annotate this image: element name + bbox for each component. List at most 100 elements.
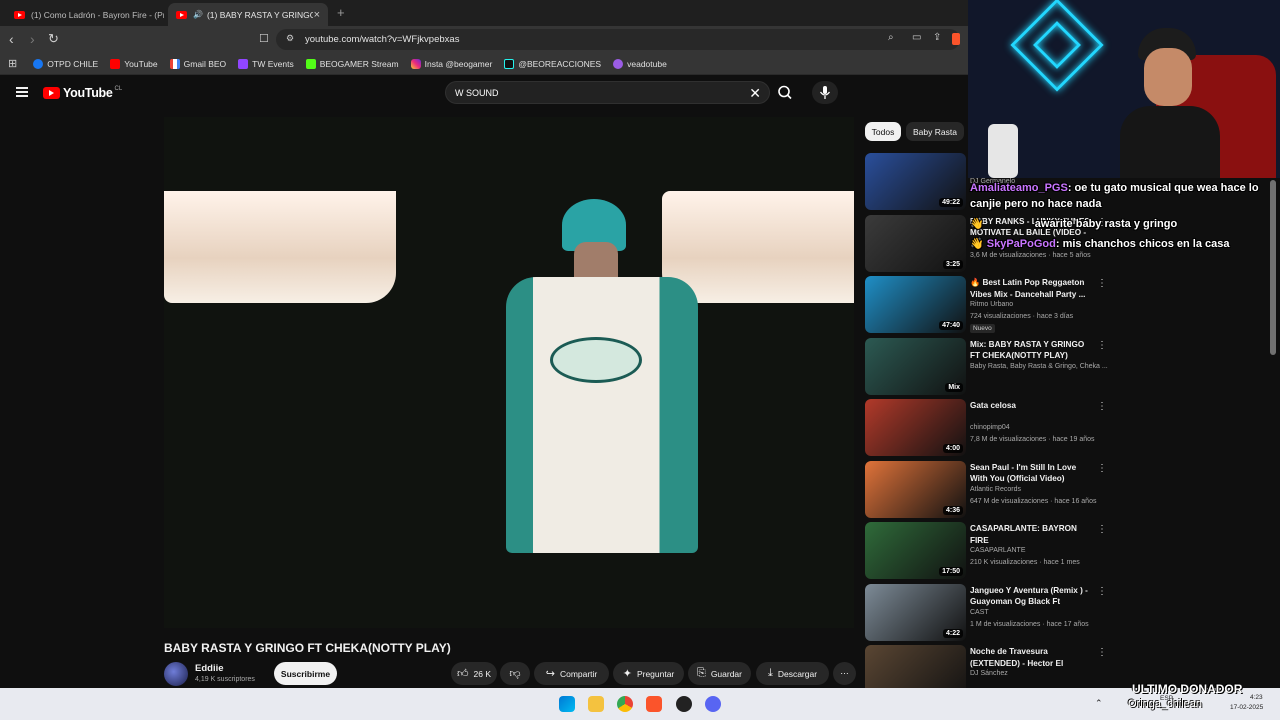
recommendation-item[interactable]: 47:40 🔥 Best Latin Pop Reggaeton Vibes Mi… [865,276,1107,334]
new-tab-button[interactable]: + [337,5,345,20]
clear-search-icon[interactable]: ✕ [749,85,761,102]
bookmark-item[interactable]: Insta @beogamer [410,58,492,69]
recommendation-title[interactable]: Gata celosa [970,400,1094,412]
duration-badge: 17:50 [939,567,963,576]
recommendation-channel[interactable]: CAST [970,609,989,616]
share-button[interactable]: ↪ Compartir [534,662,609,685]
bookmark-item[interactable]: YouTube [110,58,158,69]
chat-user: SkyPaPoGod [986,238,1056,250]
brave-icon[interactable] [646,696,662,712]
scrollbar[interactable] [1270,180,1276,355]
video-thumbnail[interactable]: 3:25 [865,214,966,272]
address-bar[interactable]: ⚙ youtube.com/watch?v=WFjkvpebxas ⌕ ▭ ⇪ [276,29,960,50]
bookmark-save-icon: ⎘ [697,667,706,679]
channel-avatar[interactable] [164,662,188,686]
back-icon[interactable]: ‹ [9,32,14,46]
like-button[interactable]: 👍︎ 26 K [451,662,497,685]
more-options-icon[interactable]: ⋮ [1097,340,1107,351]
recommendation-channel[interactable]: Atlantic Records [970,486,1021,493]
download-button[interactable]: ⤓ Descargar [756,662,829,685]
recommendation-channel[interactable]: chinopimp04 [970,424,1010,431]
bookmark-item[interactable]: OTPD CHILE [33,58,98,69]
more-options-icon[interactable]: ⋮ [1097,647,1107,658]
zoom-icon[interactable]: ⌕ [888,32,894,43]
more-options-icon[interactable]: ⋮ [1097,401,1107,412]
ask-button[interactable]: ✦ Preguntar [613,662,684,685]
clock-time[interactable]: 4:23 [1250,694,1263,701]
menu-icon[interactable] [16,87,28,97]
save-button[interactable]: ⎘ Guardar [688,662,751,685]
recommendation-item[interactable]: 4:00 Gata celosa chinopimp04 7,8 M de visua… [865,399,1107,457]
recommendation-title[interactable]: Mix: BABY RASTA Y GRINGO FT CHEKA(NOTTY … [970,339,1094,362]
video-thumbnail[interactable]: 17:50 [865,522,966,579]
bookmark-item[interactable]: veadotube [613,58,667,69]
obs-icon[interactable] [676,696,692,712]
more-options-icon[interactable]: ⋮ [1097,586,1107,597]
site-info-icon[interactable]: ⚙ [286,33,294,44]
video-player[interactable] [164,117,854,628]
discord-icon[interactable] [705,696,721,712]
recommendation-title[interactable]: 🔥 Best Latin Pop Reggaeton Vibes Mix - D… [970,277,1094,300]
share-icon[interactable]: ⇪ [933,32,941,43]
recommendation-title[interactable]: Jangueo Y Aventura (Remix ) - Guayoman O… [970,585,1094,608]
reload-icon[interactable]: ↻ [48,32,59,46]
tray-chevron-icon[interactable]: ⌃ [1095,698,1103,709]
veadotube-icon [613,58,624,69]
dislike-button[interactable]: 👎︎ [500,662,530,685]
more-actions-button[interactable]: ⋯ [833,662,856,685]
channel-name[interactable]: Eddiie [195,663,224,674]
voice-search-button[interactable] [812,81,838,104]
bookmark-item[interactable]: TW Events [238,58,294,69]
apps-grid-icon[interactable]: ⊞ [8,57,17,70]
recommendation-channel[interactable]: CASAPARLANTE [970,547,1026,554]
more-options-icon[interactable]: ⋮ [1097,278,1107,289]
more-options-icon[interactable]: ⋮ [1097,524,1107,535]
video-thumbnail[interactable]: Mix [865,337,966,395]
bookmark-item[interactable]: Gmail BEO [169,58,226,69]
bookmark-icon[interactable]: ☐ [259,32,269,46]
subscribe-button[interactable]: Suscribirme [274,662,337,685]
more-options-icon[interactable]: ⋮ [1097,463,1107,474]
clock-date[interactable]: 17-02-2025 [1230,704,1263,711]
youtube-wordmark: YouTube [63,86,113,100]
browser-tab[interactable]: (1) Como Ladrón - Bayron Fire - (Prc [6,3,164,26]
recommendation-item[interactable]: 17:50 CASAPARLANTE: BAYRON FIRE CASAPARLAN… [865,522,1107,580]
video-thumbnail[interactable]: 4:00 [865,399,966,456]
like-count: 26 K [473,668,492,679]
chip-baby-rasta[interactable]: Baby Rasta [906,122,964,141]
file-explorer-icon[interactable] [588,696,604,712]
search-input[interactable]: W SOUND ✕ [445,81,770,104]
dancer-body [506,277,698,553]
youtube-logo[interactable]: YouTube CL [43,86,122,100]
chip-all[interactable]: Todos [865,122,901,141]
recommendation-channel[interactable]: Baby Rasta, Baby Rasta & Gringo, Cheka .… [970,363,1108,370]
video-thumbnail[interactable]: 47:40 [865,276,966,333]
recommendation-item[interactable]: Mix Mix: BABY RASTA Y GRINGO FT CHEKA(NOT… [865,337,1108,396]
duration-badge: 47:40 [939,321,963,330]
windows-start-icon[interactable] [559,696,575,712]
recommendation-channel[interactable]: Ritmo Urbano [970,301,1013,308]
search-button[interactable] [772,81,798,104]
bookmark-item[interactable]: @BEOREACCIONES [504,58,602,69]
cast-icon[interactable]: ▭ [912,32,921,43]
streamer-webcam [968,0,1280,178]
recommendation-item[interactable]: 4:22 Jangueo Y Aventura (Remix ) - Guayom… [865,583,1107,642]
forward-icon[interactable]: › [30,32,35,46]
browser-tab-active[interactable]: 🔊 (1) BABY RASTA Y GRINGO FT × [168,3,328,26]
recommendation-title[interactable]: Noche de Travesura (EXTENDED) - Hector E… [970,646,1094,669]
video-thumbnail[interactable]: 4:22 [865,583,966,641]
browser-toolbar: ‹ › ↻ ☐ ⚙ youtube.com/watch?v=WFjkvpebxa… [0,26,968,53]
share-arrow-icon: ↪ [545,668,555,680]
recommendation-channel[interactable]: DJ Sánchez [970,670,1008,677]
video-thumbnail[interactable]: 4:36 [865,460,966,518]
bookmark-label: BEOGAMER Stream [319,58,399,69]
bookmark-item[interactable]: BEOGAMER Stream [305,58,399,69]
brave-shield-icon[interactable] [952,33,960,45]
close-tab-icon[interactable]: × [314,9,320,21]
recommendation-title[interactable]: CASAPARLANTE: BAYRON FIRE [970,523,1094,546]
video-thumbnail[interactable]: 49:22 [865,153,966,210]
bookmark-label: @BEOREACCIONES [518,58,602,69]
recommendation-item[interactable]: 4:36 Sean Paul - I'm Still In Love With Y… [865,460,1107,519]
chrome-icon[interactable] [617,696,633,712]
recommendation-title[interactable]: Sean Paul - I'm Still In Love With You (… [970,462,1094,485]
